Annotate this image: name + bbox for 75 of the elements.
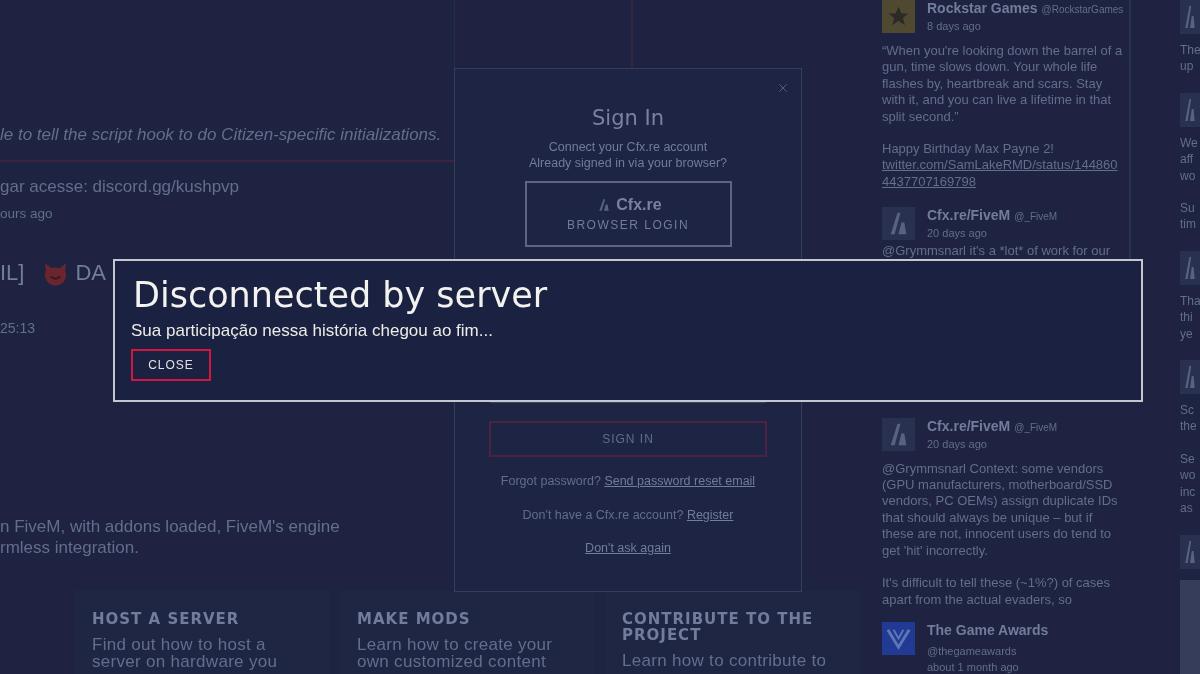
author-name: Cfx.re/FiveM <box>927 207 1011 225</box>
slash-logo-icon <box>1180 92 1200 127</box>
tweet-text-fragment: Se <box>1180 450 1195 468</box>
server-time: 25:13 <box>0 320 36 336</box>
tweet-text-fragment: Sc <box>1180 402 1194 419</box>
card-text: own customized content <box>357 653 546 670</box>
description-text: rmless integration. <box>0 537 139 558</box>
brand-name: Cfx.re <box>616 196 662 214</box>
tweet-text-fragment: aff <box>1180 151 1194 168</box>
tweet-text-fragment: The <box>1180 42 1200 59</box>
tweet-text-fragment: the <box>1180 418 1197 435</box>
description-text: le to tell the script hook to do Citizen-specific initializations. <box>0 124 442 146</box>
card-title: MAKE MODS <box>357 611 472 627</box>
card-text: server on hardware you <box>92 653 278 670</box>
tweet-text-fragment: Su <box>1180 200 1195 217</box>
chat-message: gar acesse: discord.gg/kushpvp <box>0 177 240 197</box>
close-button[interactable]: CLOSE <box>131 349 211 381</box>
tweet-time: 8 days ago <box>927 19 981 33</box>
tweet-text: @Grymmsnarl Context: some vendors (GPU manufacturers, motherboard/SSD vendors, PC OEMs) assign duplicate IDs that should always be unique – but if these are not, innocent users do tend to get 'hit' incorrectly. <box>882 460 1119 560</box>
slash-logo-icon <box>882 207 915 241</box>
slash-logo-icon <box>882 417 915 451</box>
star-logo-icon <box>882 0 915 33</box>
forgot-password-text: Forgot password? Send password reset email <box>500 473 756 489</box>
slash-logo-icon <box>1180 360 1200 395</box>
close-icon[interactable] <box>776 81 790 95</box>
tweet-text-fragment: wo <box>1180 167 1196 185</box>
server-name: DA <box>75 259 107 287</box>
description-text: n FiveM, with addons loaded, FiveM's engine <box>0 516 340 537</box>
tweet-text: “When you're looking down the barrel of a gun, time slows down. Your whole life flashes by, heartbreak and scars. Stay with it, and you can live a lifetime in that split second.” <box>882 43 1124 126</box>
author-name: The Game Awards <box>927 621 1049 638</box>
dialog-subtitle: Already signed in via your browser? <box>529 155 727 171</box>
slash-logo-icon <box>1180 534 1200 569</box>
register-text: Don't have a Cfx.re account? Register <box>522 507 734 523</box>
tweet-text-fragment: up <box>1180 58 1194 75</box>
author-name: Cfx.re/FiveM <box>927 417 1011 435</box>
tweet-text: It's difficult to tell these (~1%?) of cases apart from the actual evaders, so <box>882 575 1112 608</box>
author-handle: @RockstarGames <box>1041 3 1124 16</box>
tweet-text-fragment: thi <box>1180 309 1193 326</box>
tweet-time: 20 days ago <box>927 226 987 241</box>
card-text: Find out how to host a <box>92 636 266 653</box>
browser-login-button[interactable]: Cfx.re BROWSER LOGIN <box>524 181 732 247</box>
tweet-text-fragment: inc <box>1180 483 1196 501</box>
tweet-text-fragment: We <box>1180 134 1198 152</box>
card-text: Learn how to contribute to <box>622 652 827 669</box>
tweet-text-fragment: as <box>1180 500 1193 517</box>
tweet-text-fragment: tim <box>1180 216 1196 233</box>
tweet-text-fragment: wo <box>1180 467 1196 484</box>
tweet-text-fragment: Tha <box>1180 292 1200 310</box>
modal-message: Sua participação nessa história chegou ao fim... <box>131 321 493 341</box>
tweet-time: about 1 month ago <box>927 660 1019 674</box>
card-title: HOST A SERVER <box>92 611 241 627</box>
slash-logo-icon <box>1180 0 1200 34</box>
tweet-link[interactable]: twitter.com/SamLakeRMD/status/1448604437707169798 <box>882 157 1118 191</box>
server-name: IL] <box>0 259 25 287</box>
tweet-text-fragment: ye <box>1180 325 1193 343</box>
card-text: Learn how to create your <box>357 636 553 653</box>
sign-in-button[interactable]: SIGN IN <box>489 421 767 457</box>
card-title: CONTRIBUTE TO THE PROJECT <box>622 611 815 643</box>
tweet-text: Happy Birthday Max Payne 2! <box>882 141 1055 158</box>
author-handle: @thegameawards <box>927 644 1017 658</box>
author-name: Rockstar Games <box>927 0 1038 17</box>
author-handle: @_FiveM <box>1014 420 1058 434</box>
message-time: ours ago <box>0 206 53 222</box>
reset-email-link[interactable]: Send password reset email <box>604 474 756 488</box>
dialog-title: Sign In <box>592 105 664 131</box>
author-handle: @_FiveM <box>1014 210 1058 224</box>
slash-logo-icon <box>1180 250 1200 285</box>
dialog-subtitle: Connect your Cfx.re account <box>548 139 708 155</box>
button-label: BROWSER LOGIN <box>566 218 690 232</box>
dont-ask-again-link[interactable]: Don't ask again <box>585 540 671 556</box>
tweet-text: @Grymmsnarl it's a *lot* of work for our <box>882 243 1112 260</box>
register-link[interactable]: Register <box>686 508 734 522</box>
chevron-logo-icon <box>882 621 915 655</box>
modal-title: Disconnected by server <box>133 275 548 315</box>
tweet-time: 20 days ago <box>927 436 987 451</box>
